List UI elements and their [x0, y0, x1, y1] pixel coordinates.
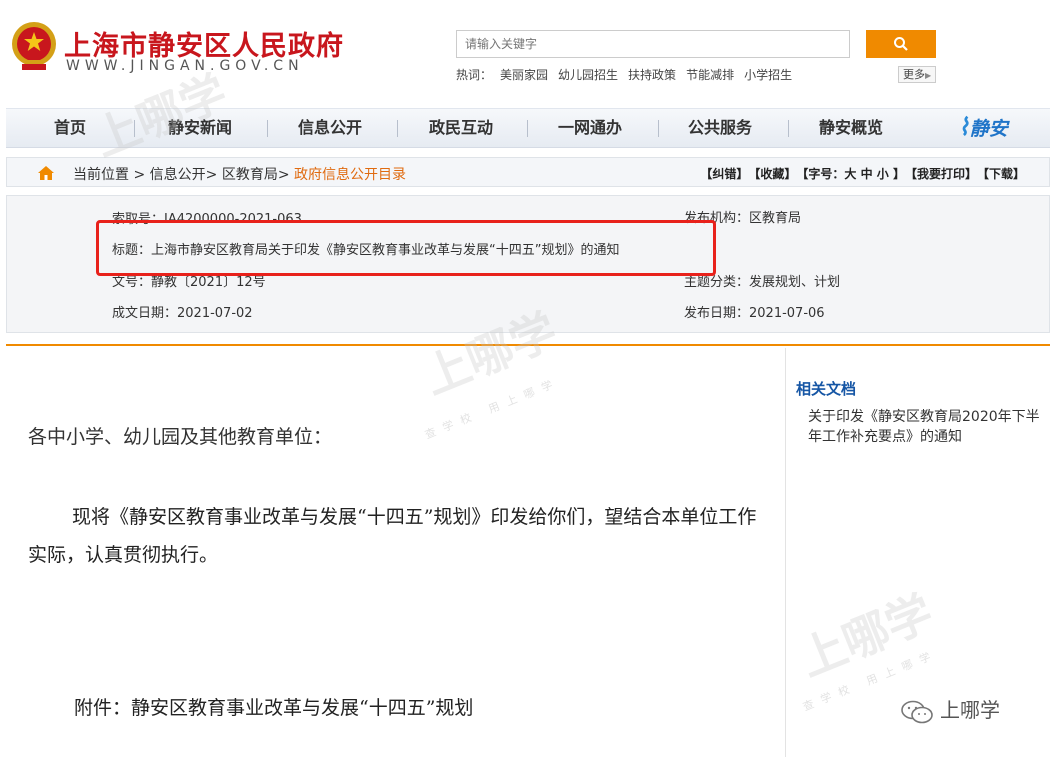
- sidebar-divider: [785, 348, 786, 757]
- nav-one-network[interactable]: 一网通办: [558, 109, 622, 147]
- nav-divider: [658, 120, 659, 137]
- breadcrumb-prefix: 当前位置: [73, 167, 129, 183]
- search-input[interactable]: [456, 30, 850, 58]
- related-docs-title: 相关文档: [796, 380, 857, 398]
- page-tools: 【纠错】 【收藏】 【字号：大 中 小 】【我要打印】 【下载】: [694, 165, 1025, 182]
- nav-public-service[interactable]: 公共服务: [688, 109, 752, 147]
- chevron-right-icon: >: [277, 167, 295, 183]
- main-nav: 首页 静安新闻 信息公开 政民互动 一网通办 公共服务 静安概览 ⌇静安: [6, 108, 1050, 148]
- site-url: WWW.JINGAN.GOV.CN: [66, 58, 304, 74]
- content-divider: [6, 344, 1050, 346]
- hot-word[interactable]: 扶持政策: [628, 68, 676, 82]
- tool-error-report[interactable]: 【纠错】: [700, 167, 748, 181]
- greeting-line: 各中小学、幼儿园及其他教育单位：: [28, 426, 333, 448]
- hot-word[interactable]: 节能减排: [686, 68, 734, 82]
- meta-created-date: 成文日期：2021-07-02: [112, 306, 253, 321]
- hot-word[interactable]: 美丽家园: [500, 68, 548, 82]
- nav-home[interactable]: 首页: [54, 109, 86, 147]
- watermark-sub: 查学校 用上哪学: [423, 375, 562, 442]
- related-doc-link[interactable]: 关于印发《静安区教育局2020年下半年工作补充要点》的通知: [808, 407, 1048, 447]
- nav-divider: [267, 120, 268, 137]
- hot-word[interactable]: 幼儿园招生: [558, 68, 618, 82]
- breadcrumb-current[interactable]: 政府信息公开目录: [294, 167, 406, 183]
- meta-published-date: 发布日期：2021-07-06: [684, 306, 825, 321]
- wechat-label: 上哪学: [940, 698, 1000, 722]
- caret-right-icon: ▶: [925, 71, 932, 80]
- more-label: 更多: [903, 68, 925, 81]
- watermark-brand: 上哪学: [792, 584, 941, 687]
- hot-label: 热词：: [456, 68, 493, 82]
- search-icon: [894, 37, 908, 51]
- search-button[interactable]: [866, 30, 936, 58]
- nav-divider: [788, 120, 789, 137]
- nav-news[interactable]: 静安新闻: [168, 109, 232, 147]
- nav-info-disclosure[interactable]: 信息公开: [298, 109, 362, 147]
- nav-interaction[interactable]: 政民互动: [429, 109, 493, 147]
- breadcrumb-path: 当前位置 > 信息公开> 区教育局> 政府信息公开目录: [73, 164, 406, 184]
- breadcrumb-item[interactable]: 区教育局: [222, 167, 278, 183]
- wechat-icon: [901, 700, 933, 723]
- nav-overview[interactable]: 静安概览: [819, 109, 883, 147]
- home-icon: [38, 166, 54, 180]
- chevron-right-icon: >: [133, 167, 150, 183]
- wechat-watermark: 上哪学: [900, 694, 1000, 724]
- body-paragraph: 现将《静安区教育事业改革与发展“十四五”规划》印发给你们，望结合本单位工作实际，…: [28, 506, 757, 566]
- title-highlight-box: [96, 220, 716, 276]
- breadcrumb: 当前位置 > 信息公开> 区教育局> 政府信息公开目录 【纠错】 【收藏】 【字号：…: [6, 157, 1050, 187]
- jingan-logo[interactable]: ⌇静安: [958, 113, 1008, 145]
- tool-font-size[interactable]: 【字号：大 中 小 】: [802, 167, 905, 181]
- tool-download[interactable]: 【下载】: [983, 167, 1025, 181]
- nav-divider: [134, 120, 135, 137]
- nav-divider: [397, 120, 398, 137]
- national-emblem-icon: [12, 22, 56, 70]
- hot-word[interactable]: 小学招生: [744, 68, 792, 82]
- jingan-logo-mark-icon: ⌇: [958, 113, 970, 141]
- chevron-right-icon: >: [205, 167, 222, 183]
- site-header: 上海市静安区人民政府 WWW.JINGAN.GOV.CN 热词：美丽家园幼儿园招…: [0, 0, 1056, 108]
- hot-words: 热词： 美丽家园 幼儿园招生 扶持政策 节能减排 小学招生: [456, 66, 802, 83]
- tool-favorite[interactable]: 【收藏】: [754, 167, 796, 181]
- jingan-logo-text: 静安: [969, 118, 1008, 140]
- tool-print[interactable]: 【我要打印】: [911, 167, 977, 181]
- breadcrumb-item[interactable]: 信息公开: [150, 167, 206, 183]
- more-button[interactable]: 更多▶: [898, 66, 936, 83]
- nav-divider: [527, 120, 528, 137]
- attachment-link[interactable]: 附件：静安区教育事业改革与发展“十四五”规划: [74, 693, 473, 720]
